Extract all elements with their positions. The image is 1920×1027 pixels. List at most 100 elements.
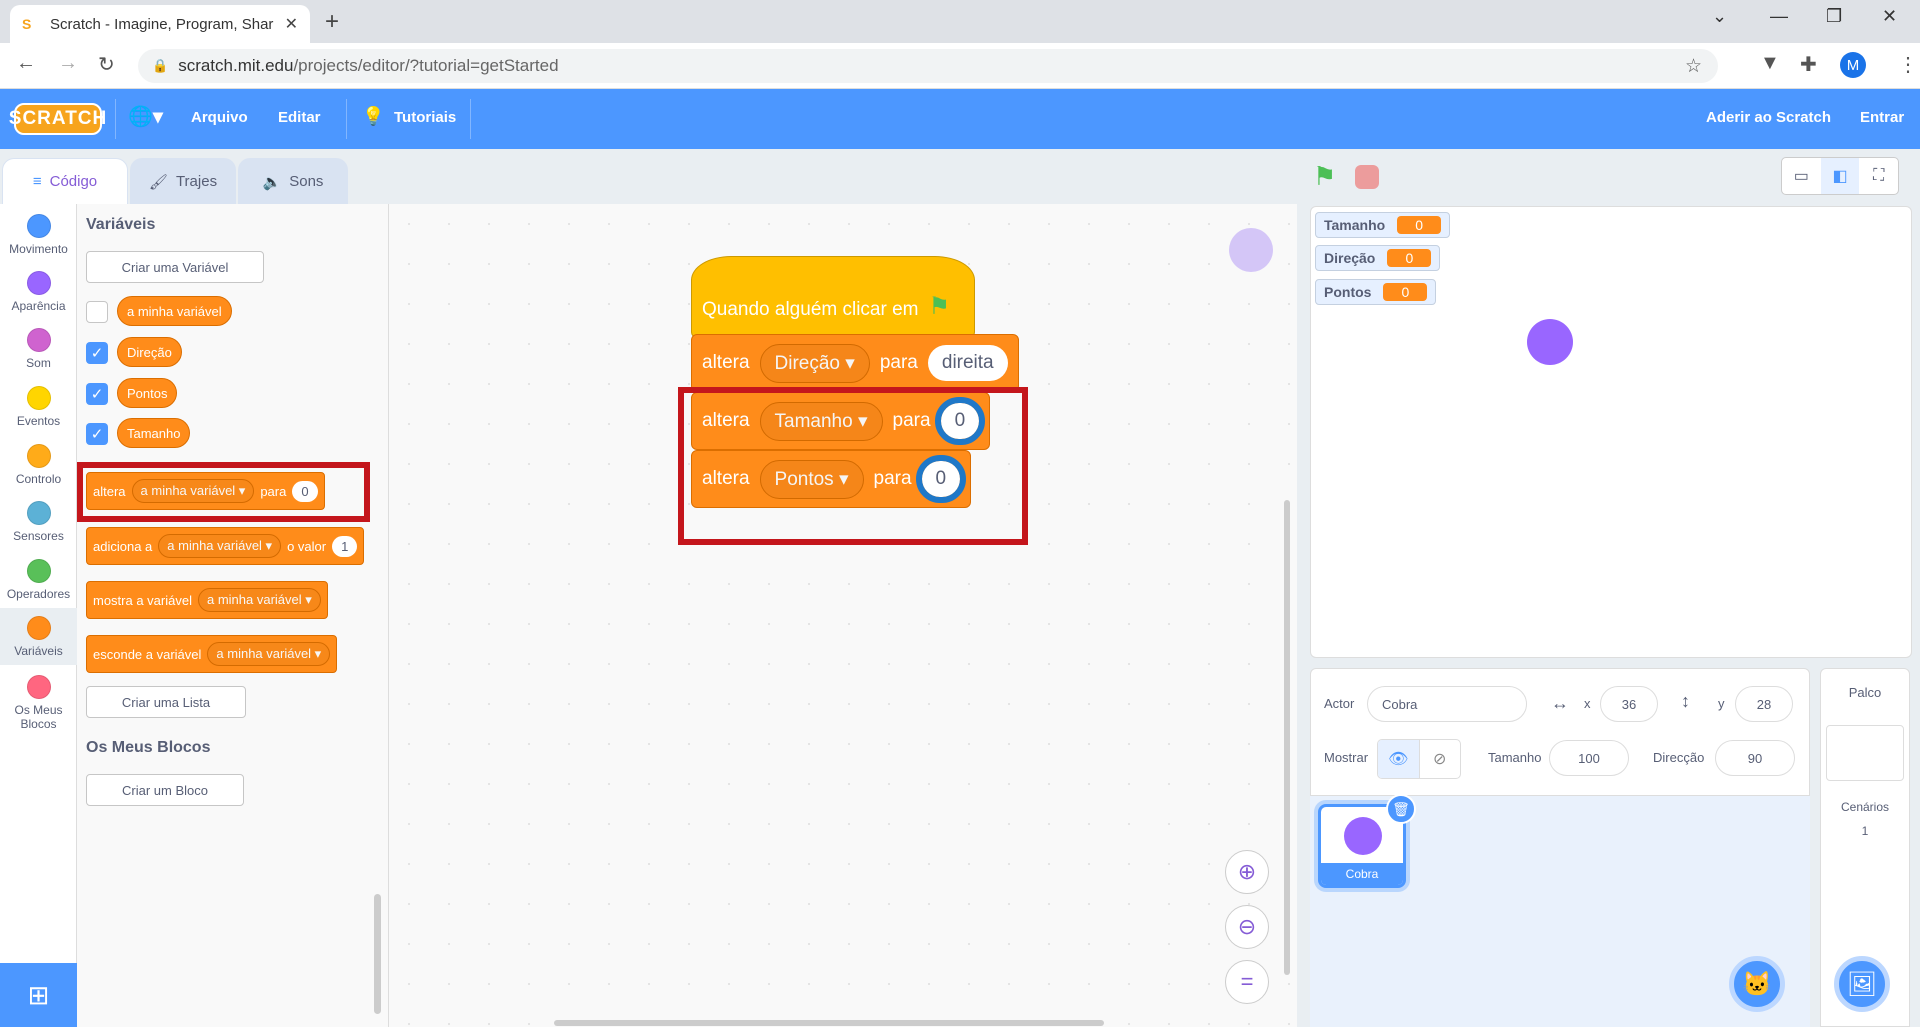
size-field[interactable]: 100 — [1549, 740, 1629, 776]
variable-monitor[interactable]: Tamanho 0 — [1315, 212, 1451, 238]
browser-menu-icon[interactable]: ⋮ — [1898, 52, 1918, 77]
brush-icon: 🖌 — [148, 173, 168, 191]
browser-tab[interactable]: S Scratch - Imagine, Program, Shar ✕ — [10, 5, 310, 43]
stage-canvas[interactable]: Tamanho 0 Direção 0 Pontos 0 — [1310, 206, 1912, 658]
my-blocks-heading: Os Meus Blocos — [86, 739, 211, 756]
close-tab-icon[interactable]: ✕ — [285, 14, 298, 34]
variable-dropdown[interactable]: a minha variável — [207, 642, 331, 666]
category-variables[interactable]: Variáveis — [0, 608, 77, 665]
variable-dropdown[interactable]: Direção — [759, 343, 870, 383]
green-flag-icon: ⚑ — [928, 293, 951, 320]
y-position-field[interactable]: 28 — [1735, 686, 1793, 722]
scratch-logo[interactable]: SCRATCH — [9, 103, 106, 135]
eye-visible-icon[interactable]: 👁 — [1378, 740, 1419, 778]
minimize-icon[interactable]: — — [1770, 6, 1788, 27]
category-label: Blocos — [20, 717, 57, 731]
direction-field[interactable]: 90 — [1715, 740, 1795, 776]
tab-search-icon[interactable]: ⌄ — [1712, 6, 1727, 27]
language-globe-icon[interactable]: 🌐▾ — [128, 104, 163, 129]
zoom-in-icon[interactable]: ⊕ — [1225, 850, 1269, 894]
stage-header: ⚑ ▭ ◧ ⛶ — [1297, 149, 1920, 204]
zoom-out-icon[interactable]: ⊖ — [1225, 905, 1269, 949]
choose-sprite-icon[interactable]: 🐱 — [1729, 956, 1785, 1012]
category-operators[interactable]: Operadores — [0, 559, 77, 601]
menu-divider — [470, 99, 471, 139]
back-icon[interactable]: ← — [16, 52, 36, 75]
choose-backdrop-icon[interactable]: 🖼 — [1834, 956, 1890, 1012]
delete-sprite-icon[interactable]: 🗑 — [1386, 794, 1416, 824]
x-position-field[interactable]: 36 — [1600, 686, 1658, 722]
change-variable-block[interactable]: adiciona a a minha variável o valor 1 — [86, 527, 365, 565]
variable-checkbox[interactable]: ✓ — [86, 342, 108, 364]
category-my-blocks[interactable]: Os Meus Blocos — [0, 675, 77, 731]
direction-label: Direcção — [1653, 750, 1705, 765]
profile-avatar[interactable]: M — [1840, 52, 1866, 78]
script-workspace[interactable]: Quando alguém clicar em ⚑ altera Direção… — [389, 204, 1297, 1027]
menu-tutorials[interactable]: Tutoriais — [394, 109, 456, 126]
fullscreen-icon[interactable]: ⛶ — [1859, 158, 1898, 194]
category-label: Variáveis — [14, 644, 63, 658]
tab-code[interactable]: ≡ Código — [2, 158, 128, 204]
make-variable-button[interactable]: Criar uma Variável — [86, 251, 264, 283]
new-tab-icon[interactable]: + — [325, 8, 339, 36]
set-direction-block[interactable]: altera Direção para direita — [691, 334, 1019, 392]
zoom-reset-icon[interactable]: = — [1225, 960, 1269, 1004]
variable-checkbox[interactable]: ✓ — [86, 423, 108, 445]
hide-variable-block[interactable]: esconde a variável a minha variável — [86, 635, 338, 673]
variable-checkbox[interactable] — [86, 301, 108, 323]
value-input[interactable]: 1 — [332, 535, 358, 557]
category-sensing[interactable]: Sensores — [0, 501, 77, 543]
puzzle-extensions-icon[interactable]: ✚ — [1800, 52, 1817, 77]
bookmark-star-icon[interactable]: ☆ — [1685, 55, 1702, 78]
variable-dropdown[interactable]: a minha variável — [158, 534, 282, 558]
eye-hidden-icon[interactable]: ⊘ — [1418, 740, 1461, 778]
value-input[interactable]: direita — [927, 345, 1008, 381]
x-label: x — [1584, 696, 1591, 711]
browser-tab-strip: S Scratch - Imagine, Program, Shar ✕ + ⌄… — [0, 0, 1920, 43]
url-field[interactable]: 🔒 scratch.mit.edu /projects/editor/?tuto… — [138, 49, 1718, 83]
variable-reporter[interactable]: Pontos — [117, 378, 178, 408]
monitor-value: 0 — [1383, 283, 1428, 301]
workspace-horizontal-scrollbar[interactable] — [554, 1020, 1104, 1026]
restore-icon[interactable]: ❐ — [1826, 6, 1842, 27]
variable-monitor[interactable]: Direção 0 — [1315, 245, 1441, 271]
tab-costumes[interactable]: 🖌 Trajes — [130, 158, 236, 204]
menu-file[interactable]: Arquivo — [191, 109, 248, 126]
variable-monitor[interactable]: Pontos 0 — [1315, 279, 1437, 305]
url-path: /projects/editor/?tutorial=getStarted — [293, 56, 559, 75]
menu-edit[interactable]: Editar — [278, 109, 321, 126]
make-list-button[interactable]: Criar uma Lista — [86, 686, 246, 718]
workspace-vertical-scrollbar[interactable] — [1284, 500, 1290, 975]
sign-in-link[interactable]: Entrar — [1860, 109, 1904, 126]
variable-reporter[interactable]: a minha variável — [117, 296, 232, 326]
add-extension-icon[interactable]: ⊞ — [0, 963, 77, 1027]
extension-icon[interactable]: ▼ — [1760, 52, 1780, 75]
reload-icon[interactable]: ↻ — [98, 52, 115, 77]
sprite-name-field[interactable]: Cobra — [1367, 686, 1527, 722]
sprite-on-stage[interactable] — [1527, 319, 1573, 365]
forward-icon[interactable]: → — [58, 52, 78, 75]
variable-reporter[interactable]: Tamanho — [117, 418, 191, 448]
show-variable-block[interactable]: mostra a variável a minha variável — [86, 581, 328, 619]
category-sound[interactable]: Som — [0, 328, 77, 370]
make-block-button[interactable]: Criar um Bloco — [86, 774, 244, 806]
category-control[interactable]: Controlo — [0, 444, 77, 486]
small-stage-icon[interactable]: ▭ — [1782, 158, 1821, 194]
category-looks[interactable]: Aparência — [0, 271, 77, 313]
palette-scrollbar[interactable] — [374, 894, 381, 1014]
tab-sounds[interactable]: 🔈 Sons — [238, 158, 348, 204]
scratch-menu-bar: SCRATCH 🌐▾ Arquivo Editar 💡 Tutoriais Ad… — [0, 89, 1920, 149]
green-flag-icon[interactable]: ⚑ — [1313, 161, 1336, 192]
variable-reporter[interactable]: Direção — [117, 337, 182, 367]
join-scratch-link[interactable]: Aderir ao Scratch — [1706, 109, 1831, 126]
variable-dropdown[interactable]: a minha variável — [197, 588, 321, 612]
when-flag-clicked-block[interactable]: Quando alguém clicar em ⚑ — [691, 256, 975, 338]
category-motion[interactable]: Movimento — [0, 214, 77, 256]
variable-checkbox[interactable]: ✓ — [86, 383, 108, 405]
lock-icon: 🔒 — [152, 58, 169, 73]
stage-selector[interactable]: Palco Cenários 1 🖼 — [1820, 668, 1910, 1027]
stop-icon[interactable] — [1355, 165, 1379, 189]
close-window-icon[interactable]: ✕ — [1882, 6, 1897, 27]
normal-stage-icon[interactable]: ◧ — [1820, 158, 1860, 194]
category-events[interactable]: Eventos — [0, 386, 77, 428]
